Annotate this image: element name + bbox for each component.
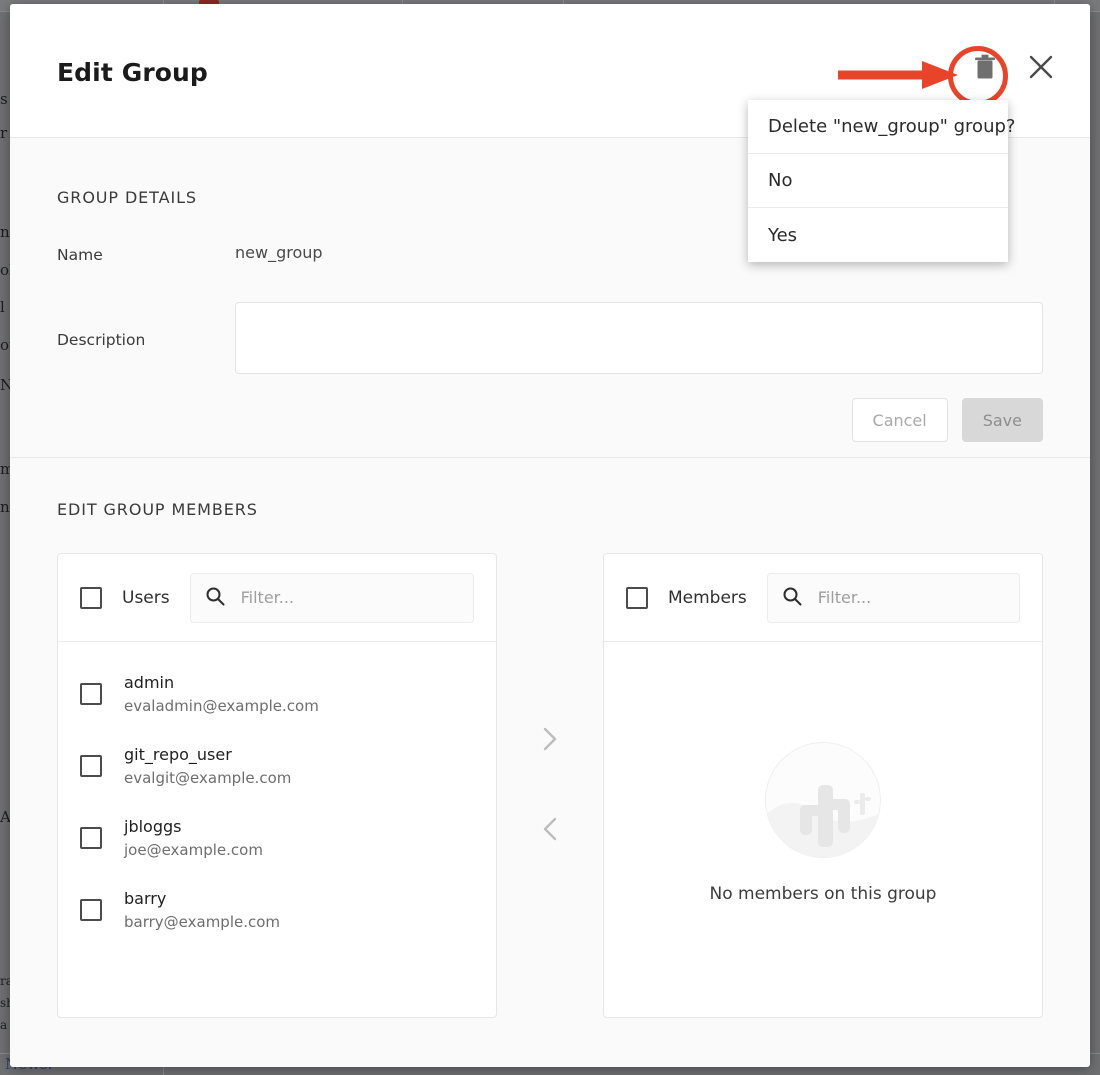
members-list: No members on this group (604, 642, 1042, 1017)
list-item[interactable]: barry barry@example.com (58, 874, 496, 946)
members-panel-title: Members (668, 587, 747, 608)
arrow-right-annotation (838, 60, 960, 90)
list-item[interactable]: jbloggs joe@example.com (58, 802, 496, 874)
delete-confirm-no[interactable]: No (748, 154, 1008, 208)
name-value: new_group (235, 243, 323, 262)
cancel-button[interactable]: Cancel (851, 398, 948, 442)
members-filter-wrapper (766, 572, 1020, 623)
user-name: admin (124, 673, 175, 692)
members-panel: Members Filter... No members on this gro… (603, 553, 1043, 1018)
user-name: git_repo_user (124, 745, 232, 764)
delete-confirmation-menu: Delete "new_group" group? No Yes (748, 100, 1015, 262)
list-item[interactable]: admin evaladmin@example.com (58, 658, 496, 730)
user-name: barry (124, 889, 167, 908)
user-checkbox[interactable] (80, 683, 102, 705)
search-icon (205, 586, 225, 610)
name-label: Name (57, 246, 103, 264)
description-field-row: Description (57, 302, 1043, 374)
page-title: Edit Group (57, 58, 208, 87)
trash-icon (974, 54, 996, 80)
details-button-row: Cancel Save (57, 398, 1043, 442)
users-panel-title: Users (122, 587, 170, 608)
description-label: Description (57, 330, 146, 349)
user-checkbox[interactable] (80, 755, 102, 777)
users-filter-wrapper (189, 572, 474, 623)
delete-group-button[interactable] (968, 50, 1002, 84)
close-modal-button[interactable] (1024, 50, 1058, 84)
close-icon (1028, 54, 1054, 80)
users-panel-header: Users (58, 554, 496, 642)
transfer-controls (497, 553, 603, 1018)
users-filter-input[interactable] (238, 587, 459, 608)
user-checkbox[interactable] (80, 827, 102, 849)
members-panel-header: Members (604, 554, 1042, 642)
search-icon (782, 586, 802, 610)
delete-confirm-yes[interactable]: Yes (748, 208, 1008, 262)
user-checkbox[interactable] (80, 899, 102, 921)
save-button[interactable]: Save (961, 398, 1043, 442)
users-list: admin evaladmin@example.com git_repo_use… (58, 642, 496, 1017)
modal-header: Edit Group Delete "new_group" group? No … (10, 4, 1090, 262)
user-email: barry@example.com (124, 913, 281, 931)
desert-cactus-illustration (765, 741, 881, 858)
transfer-list: Users Filter... admin evaladmin@example.… (57, 553, 1043, 1018)
user-name: jbloggs (124, 817, 182, 836)
delete-confirm-prompt: Delete "new_group" group? (748, 100, 1015, 154)
user-email: evaladmin@example.com (124, 697, 319, 715)
list-item[interactable]: git_repo_user evalgit@example.com (58, 730, 496, 802)
members-filter-input[interactable] (815, 587, 1005, 608)
header-actions (968, 50, 1058, 84)
users-panel: Users Filter... admin evaladmin@example.… (57, 553, 497, 1018)
edit-group-members-section: EDIT GROUP MEMBERS Users Filter... admin… (10, 458, 1090, 1018)
edit-group-modal: Edit Group Delete "new_group" group? No … (10, 4, 1090, 1067)
description-input[interactable] (235, 302, 1043, 374)
members-empty-text: No members on this group (709, 883, 937, 904)
chevron-right-icon[interactable] (540, 725, 560, 757)
user-email: joe@example.com (124, 841, 263, 859)
members-empty-state: No members on this group (604, 658, 1042, 1017)
chevron-left-icon[interactable] (540, 815, 560, 847)
user-email: evalgit@example.com (124, 769, 292, 787)
edit-group-members-heading: EDIT GROUP MEMBERS (57, 500, 258, 519)
select-all-users-checkbox[interactable] (80, 586, 102, 609)
select-all-members-checkbox[interactable] (626, 586, 648, 609)
